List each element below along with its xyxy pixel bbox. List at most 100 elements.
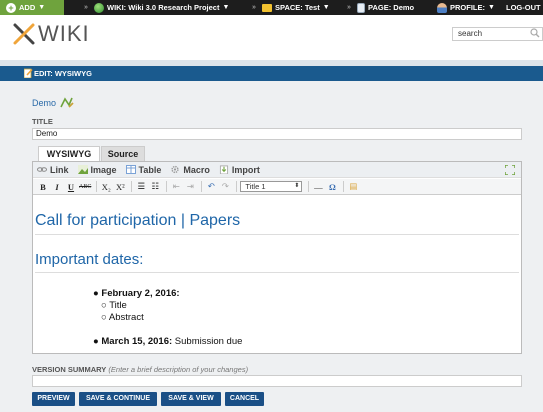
title-input[interactable]: Demo — [32, 128, 522, 140]
style-select[interactable]: Title 1 ⬍ — [240, 181, 303, 192]
wysiwyg-editor: Link Image Table Macro Import B I U ABC … — [32, 161, 522, 354]
indent-icon[interactable]: ⇥ — [184, 181, 196, 192]
toolbar-separator — [236, 181, 238, 192]
list-item-text: Submission due — [172, 336, 243, 347]
import-label: Import — [231, 164, 260, 175]
cancel-button[interactable]: CANCEL — [225, 392, 264, 406]
space-menu[interactable]: SPACE: Test ▼ — [262, 0, 330, 15]
page-menu[interactable]: PAGE: Demo — [357, 0, 414, 15]
image-menu[interactable]: Image — [77, 164, 117, 175]
save-view-button[interactable]: SAVE & VIEW — [161, 392, 221, 406]
caret-down-icon: ▼ — [322, 4, 330, 11]
underline-button[interactable]: U — [65, 182, 77, 192]
link-label: Link — [50, 164, 69, 175]
subscript-button[interactable]: X₂ — [100, 182, 112, 192]
caret-down-icon: ▼ — [488, 4, 495, 11]
image-label: Image — [90, 164, 117, 175]
version-summary-title: VERSION SUMMARY — [32, 365, 107, 374]
list-item-text: February 2, 2016: — [101, 288, 180, 299]
editor-content[interactable]: Call for participation | Papers Importan… — [33, 196, 521, 353]
import-menu[interactable]: Import — [219, 165, 260, 175]
tab-wysiwyg[interactable]: WYSIWYG — [38, 146, 100, 161]
user-icon — [437, 2, 447, 13]
gear-icon — [171, 165, 179, 174]
editor-menu-toolbar: Link Image Table Macro Import — [33, 162, 521, 178]
caret-down-icon: ▼ — [38, 4, 46, 11]
undo-icon[interactable]: ↶ — [205, 181, 217, 192]
logout-label: LOG-OUT — [506, 3, 541, 12]
version-summary-label: VERSION SUMMARY (Enter a brief descripti… — [32, 365, 248, 374]
editor-format-toolbar: B I U ABC X₂ X² ☰ ☷ ⇤ ⇥ ↶ ↷ Title 1 ⬍ — … — [33, 179, 521, 195]
logo-x-icon — [12, 22, 36, 46]
top-navigation-bar: + ADD ▼ » WIKI: Wiki 3.0 Research Projec… — [0, 0, 543, 15]
italic-button[interactable]: I — [51, 182, 63, 192]
redo-icon[interactable]: ↷ — [219, 181, 231, 192]
numbered-list-icon[interactable]: ☷ — [149, 181, 161, 192]
toolbar-separator — [343, 181, 345, 192]
table-menu[interactable]: Table — [125, 164, 162, 175]
page-icon — [357, 2, 365, 13]
toolbar-separator — [131, 181, 133, 192]
add-menu[interactable]: + ADD ▼ — [0, 0, 64, 15]
toolbar-separator — [166, 181, 168, 192]
bold-button[interactable]: B — [37, 182, 49, 192]
folder-icon — [262, 3, 272, 12]
add-icon: + — [6, 2, 16, 13]
save-continue-button[interactable]: SAVE & CONTINUE — [79, 392, 157, 406]
style-select-value: Title 1 — [245, 182, 266, 191]
wiki-label: WIKI: Wiki 3.0 Research Project — [107, 3, 220, 12]
add-label: ADD — [19, 3, 36, 12]
sub-list-item-text: Title — [109, 300, 127, 311]
edit-mode-title: EDIT: WYSIWYG — [0, 66, 543, 81]
fullscreen-icon[interactable] — [505, 165, 515, 175]
version-summary-hint: (Enter a brief description of your chang… — [108, 365, 249, 374]
sub-list-item: ○ Abstract — [101, 312, 144, 323]
image-icon — [77, 165, 88, 174]
pencil-page-icon — [24, 68, 33, 78]
logo-text: WIKI — [38, 21, 90, 46]
separator: » — [347, 4, 351, 11]
separator: » — [84, 4, 88, 11]
heading-call-for-participation: Call for participation | Papers — [35, 212, 519, 235]
logout-link[interactable]: LOG-OUT — [506, 0, 541, 15]
globe-icon — [94, 2, 104, 13]
superscript-button[interactable]: X² — [114, 182, 126, 192]
macro-menu[interactable]: Macro — [170, 165, 210, 175]
strikethrough-button[interactable]: ABC — [79, 184, 91, 190]
title-label: TITLE — [32, 117, 53, 126]
import-icon — [219, 165, 228, 174]
toolbar-separator — [96, 181, 98, 192]
table-icon — [125, 165, 136, 174]
paste-icon[interactable]: ▤ — [347, 181, 359, 192]
toolbar-separator — [201, 181, 203, 192]
page-label: PAGE: Demo — [368, 3, 415, 12]
toolbar-separator — [308, 181, 310, 192]
bullet-list-icon[interactable]: ☰ — [135, 181, 147, 192]
list-item-date: March 15, 2016: — [101, 336, 173, 347]
outdent-icon[interactable]: ⇤ — [170, 181, 182, 192]
select-arrows-icon: ⬍ — [294, 183, 300, 189]
list-item: ● March 15, 2016: Submission due — [93, 336, 243, 347]
parent-edit-icon[interactable] — [60, 96, 74, 108]
heading-important-dates: Important dates: — [35, 251, 519, 273]
profile-label: PROFILE: — [450, 3, 485, 12]
document-link[interactable]: Demo — [32, 98, 56, 108]
profile-menu[interactable]: PROFILE: ▼ — [437, 0, 495, 15]
search-icon[interactable] — [530, 28, 540, 38]
horizontal-rule-button[interactable]: — — [312, 182, 324, 192]
link-menu[interactable]: Link — [37, 165, 69, 175]
version-summary-input[interactable] — [32, 375, 522, 387]
table-label: Table — [138, 164, 162, 175]
sub-list-item: ○ Title — [101, 300, 127, 311]
tab-source[interactable]: Source — [101, 146, 145, 161]
sub-list-item-text: Abstract — [108, 312, 144, 323]
macro-label: Macro — [183, 164, 210, 175]
space-label: SPACE: Test — [275, 3, 320, 12]
wiki-menu[interactable]: WIKI: Wiki 3.0 Research Project ▼ — [94, 0, 229, 15]
caret-down-icon: ▼ — [222, 4, 230, 11]
xwiki-logo[interactable]: WIKI — [12, 21, 90, 46]
special-char-button[interactable]: Ω — [326, 182, 338, 192]
link-icon — [37, 167, 47, 172]
list-item: ● February 2, 2016: — [93, 288, 180, 299]
preview-button[interactable]: PREVIEW — [32, 392, 75, 406]
